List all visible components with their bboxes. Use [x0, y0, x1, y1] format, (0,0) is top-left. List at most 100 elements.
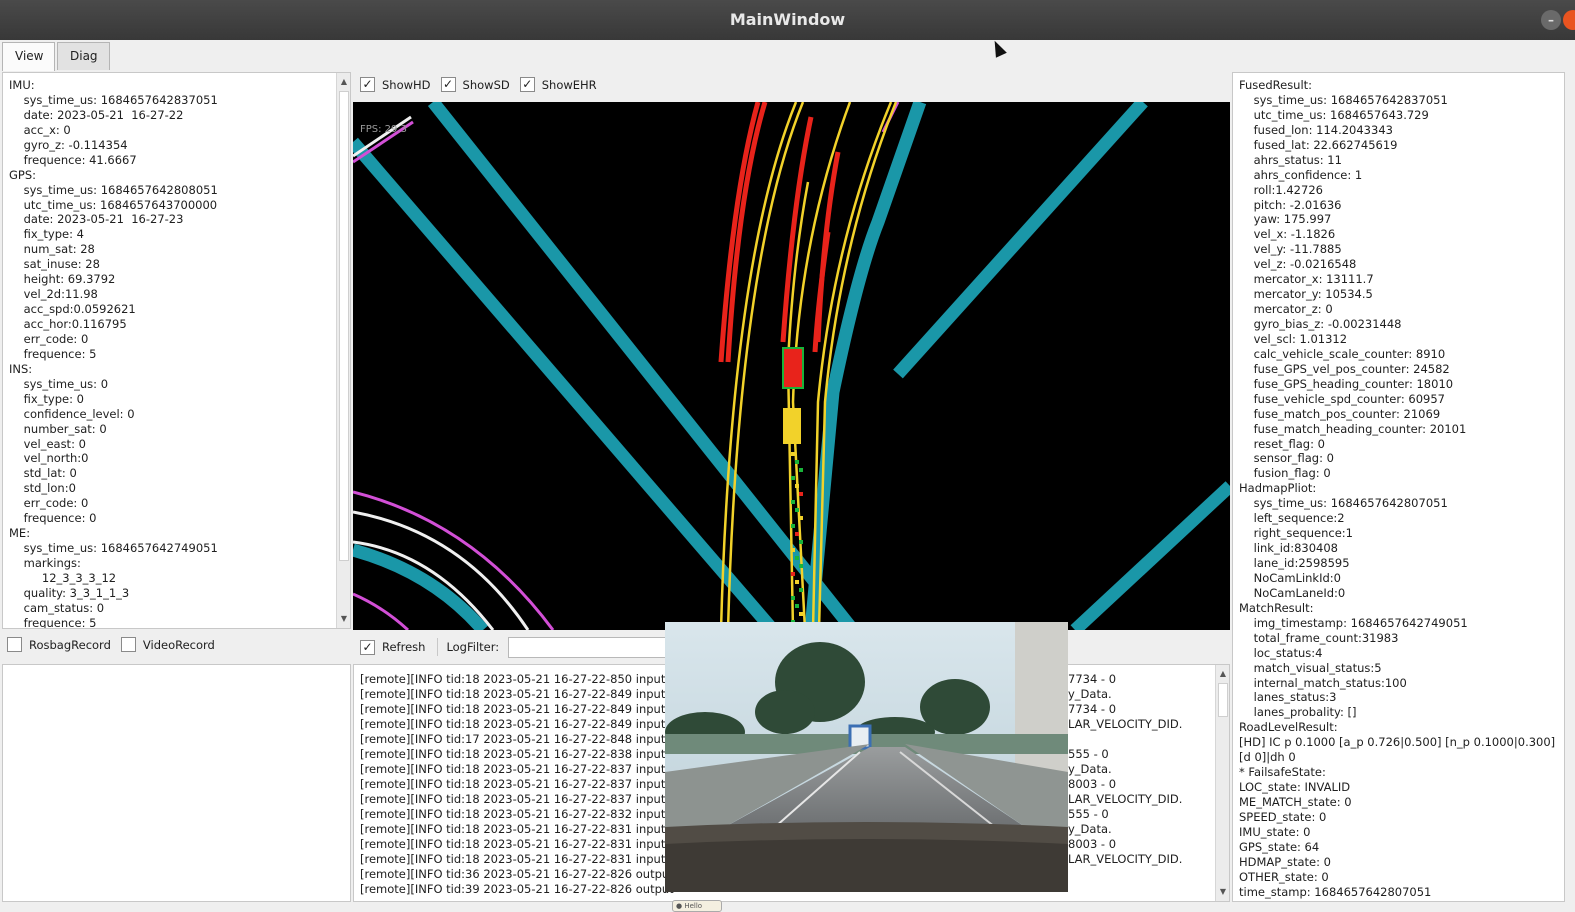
video-record-checkbox[interactable]	[120, 637, 136, 652]
status-line: HDMAP_state: 0	[1239, 854, 1331, 869]
status-line: frequence: 0	[9, 511, 97, 526]
tab-diag[interactable]: Diag	[57, 42, 110, 70]
log-line: [remote][INFO tid:18 2023-05-21 16-27-22…	[360, 762, 678, 776]
status-line: vel_2d:11.98	[9, 287, 98, 302]
refresh-checkbox[interactable]: ✓	[360, 639, 375, 655]
show-sd-label: ShowSD	[462, 77, 510, 92]
status-line: sys_time_us: 1684657642808051	[9, 182, 218, 197]
status-line: date: 2023-05-21 16-27-22	[9, 107, 184, 122]
status-line: total_frame_count:31983	[1239, 630, 1399, 645]
target-vehicle-marker	[783, 408, 801, 444]
status-line: mercator_z: 0	[1239, 302, 1333, 317]
scroll-up-icon[interactable]: ▲	[337, 75, 350, 89]
log-line: [remote][INFO tid:18 2023-05-21 16-27-22…	[360, 837, 678, 851]
status-line: GPS_state: 64	[1239, 839, 1320, 854]
status-line: OTHER_state: 0	[1239, 869, 1329, 884]
log-line-tail: y_Data.	[1068, 822, 1112, 836]
trajectory-point	[799, 540, 803, 544]
log-line-tail: 7734 - 0	[1068, 672, 1117, 686]
sensor-status-panel[interactable]: IMU: sys_time_us: 1684657642837051 date:…	[2, 72, 351, 629]
log-controls: ✓ Refresh LogFilter:	[360, 638, 499, 656]
status-line: markings:	[9, 556, 81, 570]
fused-result-panel[interactable]: FusedResult: sys_time_us: 16846576428370…	[1232, 72, 1565, 902]
status-line: RoadLevelResult:	[1239, 720, 1338, 735]
status-line: utc_time_us: 1684657643.729	[1239, 107, 1429, 122]
log-line: [remote][INFO tid:18 2023-05-21 16-27-22…	[360, 777, 678, 791]
status-line: sensor_flag: 0	[1239, 451, 1334, 466]
status-line: std_lat: 0	[9, 466, 77, 481]
status-line: right_sequence:1	[1239, 526, 1354, 541]
status-line: fusion_flag: 0	[1239, 466, 1331, 481]
log-line: [remote][INFO tid:18 2023-05-21 16-27-22…	[360, 717, 678, 731]
status-line: INS:	[9, 361, 33, 376]
status-line: HadmapPliot:	[1239, 481, 1317, 496]
status-line: loc_status:4	[1239, 645, 1323, 660]
tab-view[interactable]: View	[2, 42, 55, 71]
trajectory-point	[795, 484, 799, 488]
rosbag-record-checkbox[interactable]	[7, 637, 22, 652]
camera-frame	[665, 622, 1068, 892]
status-line: sat_inuse: 28	[9, 257, 100, 272]
status-line: [HD] IC p 0.1000 [a_p 0.726|0.500] [n_p …	[1239, 735, 1556, 750]
status-line: match_visual_status:5	[1239, 660, 1382, 675]
window-title: MainWindow	[729, 10, 846, 29]
status-line: vel_scl: 1.01312	[1239, 331, 1348, 346]
show-sd-checkbox[interactable]: ✓	[440, 77, 456, 92]
status-line: * FailsafeState:	[1239, 765, 1326, 780]
trajectory-point	[795, 604, 799, 608]
show-hd-checkbox[interactable]: ✓	[360, 77, 375, 92]
log-lines: [remote][INFO tid:18 2023-05-21 16-27-22…	[360, 672, 677, 897]
show-ehr-checkbox[interactable]: ✓	[519, 77, 535, 92]
lane-map-canvas	[353, 102, 1230, 630]
status-line: yaw: 175.997	[1239, 212, 1332, 227]
trajectory-point	[791, 524, 795, 528]
status-line: fuse_match_pos_counter: 21069	[1239, 406, 1441, 421]
status-line: LOC_state: INVALID	[1239, 780, 1351, 795]
minimize-button[interactable]: –	[1541, 10, 1561, 30]
close-button[interactable]	[1563, 10, 1575, 30]
lane-line-white	[353, 115, 412, 158]
status-line: acc_x: 0	[9, 122, 71, 137]
status-line: SPEED_state: 0	[1239, 809, 1327, 824]
status-line: NoCamLaneId:0	[1239, 585, 1346, 600]
log-line-tail: 8003 - 0	[1068, 837, 1117, 851]
trajectory-point	[791, 476, 795, 480]
scroll-down-icon[interactable]: ▼	[1216, 885, 1229, 899]
status-line: fuse_GPS_vel_pos_counter: 24582	[1239, 361, 1450, 376]
scroll-down-icon[interactable]: ▼	[337, 612, 350, 626]
status-line: IMU:	[9, 78, 35, 92]
trajectory-point	[799, 612, 803, 616]
status-line: std_lon:0	[9, 481, 76, 496]
title-bar: MainWindow –	[0, 0, 1575, 40]
status-line: vel_y: -11.7885	[1239, 242, 1342, 257]
trajectory-point	[799, 516, 803, 520]
lane-map-view[interactable]: FPS: 29.3	[353, 102, 1230, 630]
camera-preview	[665, 622, 1068, 892]
log-filter-input[interactable]	[508, 637, 668, 658]
status-line: sys_time_us: 1684657642749051	[9, 541, 218, 556]
status-line: cam_status: 0	[9, 600, 105, 615]
status-line: err_code: 0	[9, 496, 89, 511]
status-line: number_sat: 0	[9, 421, 107, 436]
status-line: 12_3_3_3_12	[9, 570, 117, 585]
taskbar-item[interactable]: ● Hello	[672, 900, 722, 912]
log-line: [remote][INFO tid:18 2023-05-21 16-27-22…	[360, 687, 678, 701]
separator	[437, 638, 439, 656]
scroll-thumb[interactable]	[339, 91, 349, 561]
scroll-up-icon[interactable]: ▲	[1216, 667, 1229, 681]
status-line: err_code: 0	[9, 331, 89, 346]
status-line: mercator_y: 10534.5	[1239, 287, 1373, 302]
log-line-tail: 555 - 0	[1068, 747, 1109, 761]
status-line: internal_match_status:100	[1239, 675, 1407, 690]
status-line: fuse_GPS_heading_counter: 18010	[1239, 376, 1454, 391]
view-options: ✓ ShowHD ✓ ShowSD ✓ ShowEHR	[360, 77, 607, 92]
trajectory-point	[791, 500, 795, 504]
log-line-tail	[1068, 867, 1218, 882]
status-line: sys_time_us: 1684657642837051	[1239, 92, 1448, 107]
scroll-thumb[interactable]	[1218, 683, 1228, 717]
log-line: [remote][INFO tid:18 2023-05-21 16-27-22…	[360, 702, 678, 716]
left-panel-scrollbar[interactable]: ▲ ▼	[336, 73, 350, 628]
log-line-tail: LAR_VELOCITY_DID.	[1068, 852, 1183, 866]
log-line: [remote][INFO tid:18 2023-05-21 16-27-22…	[360, 822, 678, 836]
trajectory-point	[795, 556, 799, 560]
